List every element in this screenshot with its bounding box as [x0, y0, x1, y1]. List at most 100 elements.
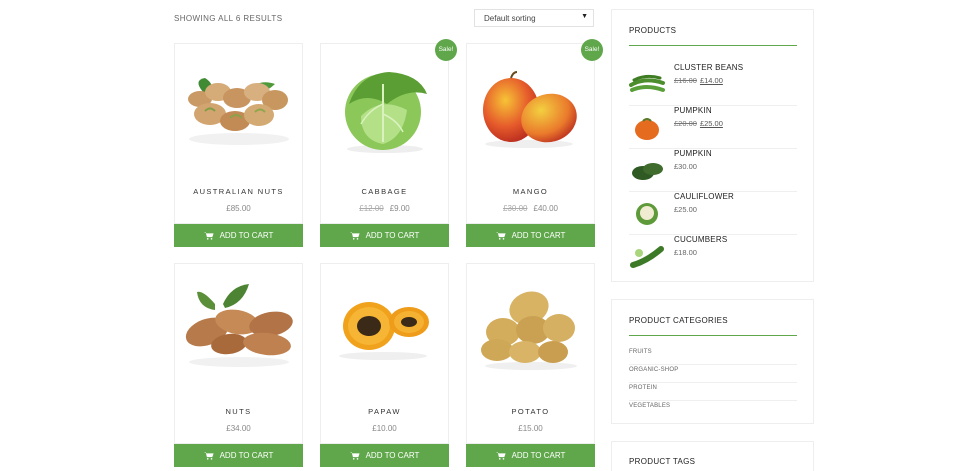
sale-badge: Sale!: [581, 39, 603, 61]
add-to-cart-button[interactable]: ADD TO CART: [320, 224, 449, 247]
add-to-cart-label: ADD TO CART: [511, 231, 566, 240]
widget-product-item[interactable]: PUMPKIN £20.00 £25.00: [629, 106, 797, 149]
cart-icon: [349, 452, 360, 460]
shop-toolbar: SHOWING ALL 6 RESULTS Default sorting ▼: [174, 8, 594, 28]
widget-product-title[interactable]: CUCUMBERS: [674, 235, 727, 244]
cart-icon: [495, 232, 506, 240]
current-price: £85.00: [226, 204, 251, 213]
current-price: £25.00: [674, 205, 697, 214]
product-price: £15.00: [467, 424, 594, 433]
chevron-down-icon: ▼: [581, 13, 588, 20]
current-price: £10.00: [372, 424, 397, 433]
product-thumbnail[interactable]: [629, 112, 665, 142]
current-price: £25.00: [699, 119, 723, 128]
widget-title: PRODUCT TAGS: [629, 457, 696, 466]
product-card: Sale! MANGO £30.00 £40.00 ADD TO CART: [466, 39, 603, 247]
add-to-cart-button[interactable]: ADD TO CART: [174, 224, 303, 247]
product-card-body[interactable]: CABBAGE £12.00 £9.00: [320, 43, 449, 224]
widget-product-item[interactable]: CUCUMBERS £18.00: [629, 235, 797, 278]
cart-icon: [495, 452, 506, 460]
product-card-body[interactable]: PAPAW £10.00: [320, 263, 449, 444]
add-to-cart-button[interactable]: ADD TO CART: [466, 224, 595, 247]
widget-product-title[interactable]: CLUSTER BEANS: [674, 63, 743, 72]
products-widget: PRODUCTS CLUSTER BEANS £16.00 £14.00 PUMP…: [611, 9, 814, 282]
widget-product-title[interactable]: PUMPKIN: [674, 106, 712, 115]
product-title[interactable]: NUTS: [175, 407, 302, 416]
product-card: POTATO £15.00 ADD TO CART: [466, 263, 595, 467]
widget-product-price: £25.00: [674, 205, 697, 214]
product-price: £85.00: [175, 204, 302, 213]
add-to-cart-button[interactable]: ADD TO CART: [174, 444, 303, 467]
widget-product-price: £16.00 £14.00: [674, 76, 723, 85]
product-thumbnail[interactable]: [629, 198, 665, 228]
add-to-cart-label: ADD TO CART: [219, 231, 274, 240]
old-price: £16.00: [674, 76, 697, 85]
widget-product-price: £30.00: [674, 162, 697, 171]
current-price: £40.00: [533, 204, 558, 213]
old-price: £30.00: [503, 204, 528, 213]
add-to-cart-label: ADD TO CART: [511, 451, 566, 460]
category-link[interactable]: VEGETABLES: [629, 401, 797, 419]
sort-selected-value: Default sorting: [484, 14, 536, 23]
widget-product-item[interactable]: CAULIFLOWER £25.00: [629, 192, 797, 235]
widget-product-title[interactable]: PUMPKIN: [674, 149, 712, 158]
category-link[interactable]: FRUITS: [629, 347, 797, 365]
widget-title: PRODUCT CATEGORIES: [629, 316, 728, 325]
product-image[interactable]: [321, 44, 448, 174]
widget-product-price: £18.00: [674, 248, 697, 257]
product-title[interactable]: CABBAGE: [321, 187, 448, 196]
add-to-cart-label: ADD TO CART: [365, 231, 420, 240]
product-title[interactable]: AUSTRALIAN NUTS: [175, 187, 302, 196]
product-card: NUTS £34.00 ADD TO CART: [174, 263, 303, 467]
result-count: SHOWING ALL 6 RESULTS: [174, 14, 283, 23]
widget-divider: [629, 335, 797, 336]
old-price: £20.00: [674, 119, 697, 128]
sale-badge: Sale!: [435, 39, 457, 61]
product-image[interactable]: [467, 44, 594, 174]
current-price: £9.00: [389, 204, 410, 213]
cart-icon: [203, 452, 214, 460]
product-image[interactable]: [175, 44, 302, 174]
product-card-body[interactable]: POTATO £15.00: [466, 263, 595, 444]
product-tags-widget: PRODUCT TAGS: [611, 441, 814, 471]
widget-product-price: £20.00 £25.00: [674, 119, 723, 128]
product-thumbnail[interactable]: [629, 69, 665, 99]
old-price: £12.00: [359, 204, 384, 213]
product-price: £10.00: [321, 424, 448, 433]
product-title[interactable]: MANGO: [467, 187, 594, 196]
widget-product-item[interactable]: PUMPKIN £30.00: [629, 149, 797, 192]
widget-product-title[interactable]: CAULIFLOWER: [674, 192, 734, 201]
current-price: £30.00: [674, 162, 697, 171]
current-price: £34.00: [226, 424, 251, 433]
current-price: £18.00: [674, 248, 697, 257]
add-to-cart-button[interactable]: ADD TO CART: [466, 444, 595, 467]
sort-select[interactable]: Default sorting ▼: [474, 9, 594, 27]
add-to-cart-label: ADD TO CART: [219, 451, 274, 460]
product-price: £30.00 £40.00: [467, 204, 594, 213]
current-price: £14.00: [699, 76, 723, 85]
widget-product-item[interactable]: CLUSTER BEANS £16.00 £14.00: [629, 63, 797, 106]
product-price: £12.00 £9.00: [321, 204, 448, 213]
product-image[interactable]: [467, 264, 594, 394]
product-title[interactable]: PAPAW: [321, 407, 448, 416]
product-title[interactable]: POTATO: [467, 407, 594, 416]
product-image[interactable]: [175, 264, 302, 394]
product-card: Sale! CABBAGE £12.00 £9.00 ADD TO CART: [320, 39, 457, 247]
cart-icon: [203, 232, 214, 240]
widget-divider: [629, 45, 797, 46]
product-thumbnail[interactable]: [629, 155, 665, 185]
add-to-cart-button[interactable]: ADD TO CART: [320, 444, 449, 467]
product-card-body[interactable]: NUTS £34.00: [174, 263, 303, 444]
product-card-body[interactable]: MANGO £30.00 £40.00: [466, 43, 595, 224]
product-image[interactable]: [321, 264, 448, 394]
widget-title: PRODUCTS: [629, 26, 677, 35]
cart-icon: [349, 232, 360, 240]
product-card: PAPAW £10.00 ADD TO CART: [320, 263, 449, 467]
product-card: AUSTRALIAN NUTS £85.00 ADD TO CART: [174, 43, 303, 247]
current-price: £15.00: [518, 424, 543, 433]
add-to-cart-label: ADD TO CART: [365, 451, 420, 460]
product-thumbnail[interactable]: [629, 241, 665, 271]
category-link[interactable]: ORGANIC-SHOP: [629, 365, 797, 383]
product-card-body[interactable]: AUSTRALIAN NUTS £85.00: [174, 43, 303, 224]
category-link[interactable]: PROTEIN: [629, 383, 797, 401]
